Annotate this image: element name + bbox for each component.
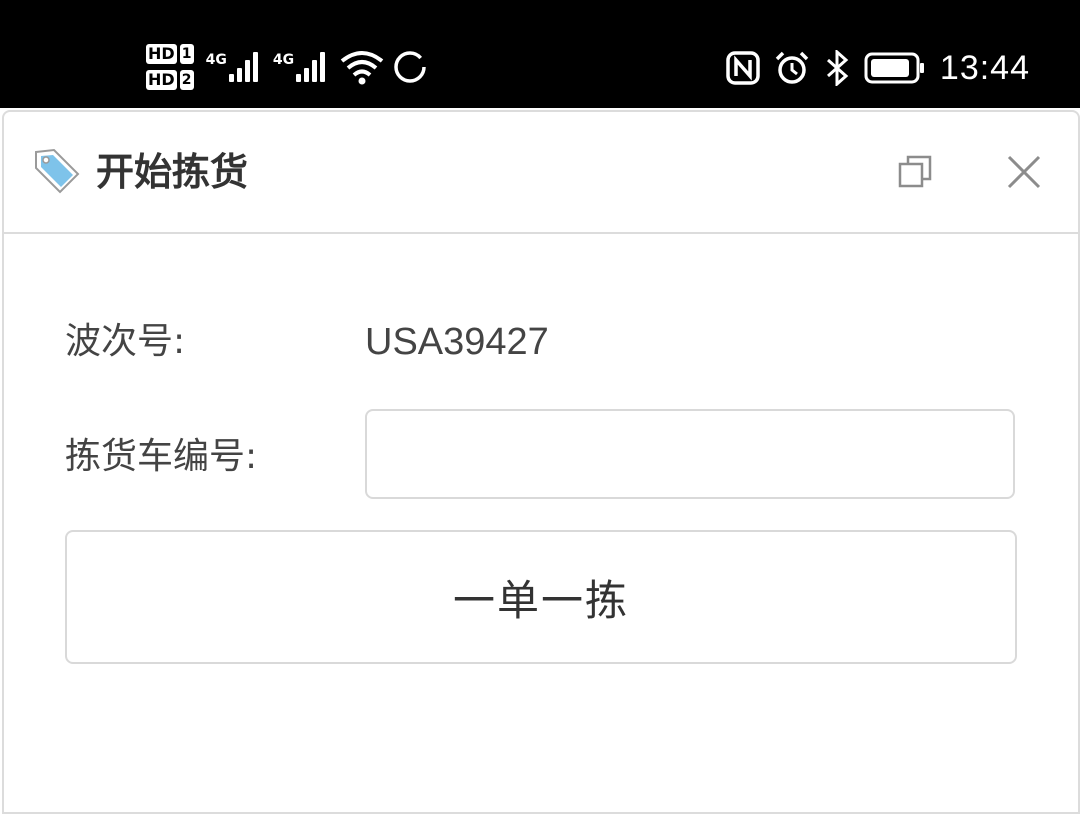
status-left-group: HD 1 HD 2 4G 4G	[146, 36, 428, 98]
hd1-indicator: HD 1	[146, 44, 194, 64]
signal-2-icon: 4G	[273, 52, 328, 82]
wave-number-value: USA39427	[365, 321, 549, 363]
start-picking-dialog: 开始拣货 波次号: USA39427 拣货车编号: 一单一拣	[2, 110, 1080, 814]
hd2-label: HD	[146, 70, 177, 90]
hd2-number: 2	[179, 70, 194, 90]
dialog-title: 开始拣货	[96, 150, 249, 194]
cart-number-label: 拣货车编号:	[65, 436, 258, 477]
hd-indicators: HD 1 HD 2	[146, 44, 194, 90]
dialog-header: 开始拣货	[4, 112, 1078, 234]
hd2-indicator: HD 2	[146, 70, 194, 90]
battery-icon	[864, 52, 924, 84]
network1-label: 4G	[205, 52, 227, 68]
cart-number-input[interactable]	[365, 409, 1015, 499]
signal-1-icon: 4G	[206, 52, 261, 82]
hd1-number: 1	[179, 44, 194, 64]
clock: 13:44	[939, 48, 1030, 87]
single-order-pick-button[interactable]: 一单一拣	[65, 530, 1017, 664]
status-bar: HD 1 HD 2 4G 4G 13:44	[0, 0, 1080, 108]
close-icon[interactable]	[1004, 152, 1044, 192]
status-right-group: 13:44	[726, 40, 1030, 96]
wave-number-label: 波次号:	[65, 321, 186, 362]
hd1-label: HD	[146, 44, 177, 64]
wifi-icon	[340, 51, 384, 85]
nfc-icon	[726, 51, 760, 85]
restore-window-icon[interactable]	[896, 152, 936, 192]
network2-label: 4G	[272, 52, 295, 68]
bluetooth-icon	[826, 50, 849, 86]
price-tag-icon	[35, 148, 80, 194]
loading-ring-icon	[394, 51, 426, 83]
alarm-icon	[775, 51, 809, 84]
